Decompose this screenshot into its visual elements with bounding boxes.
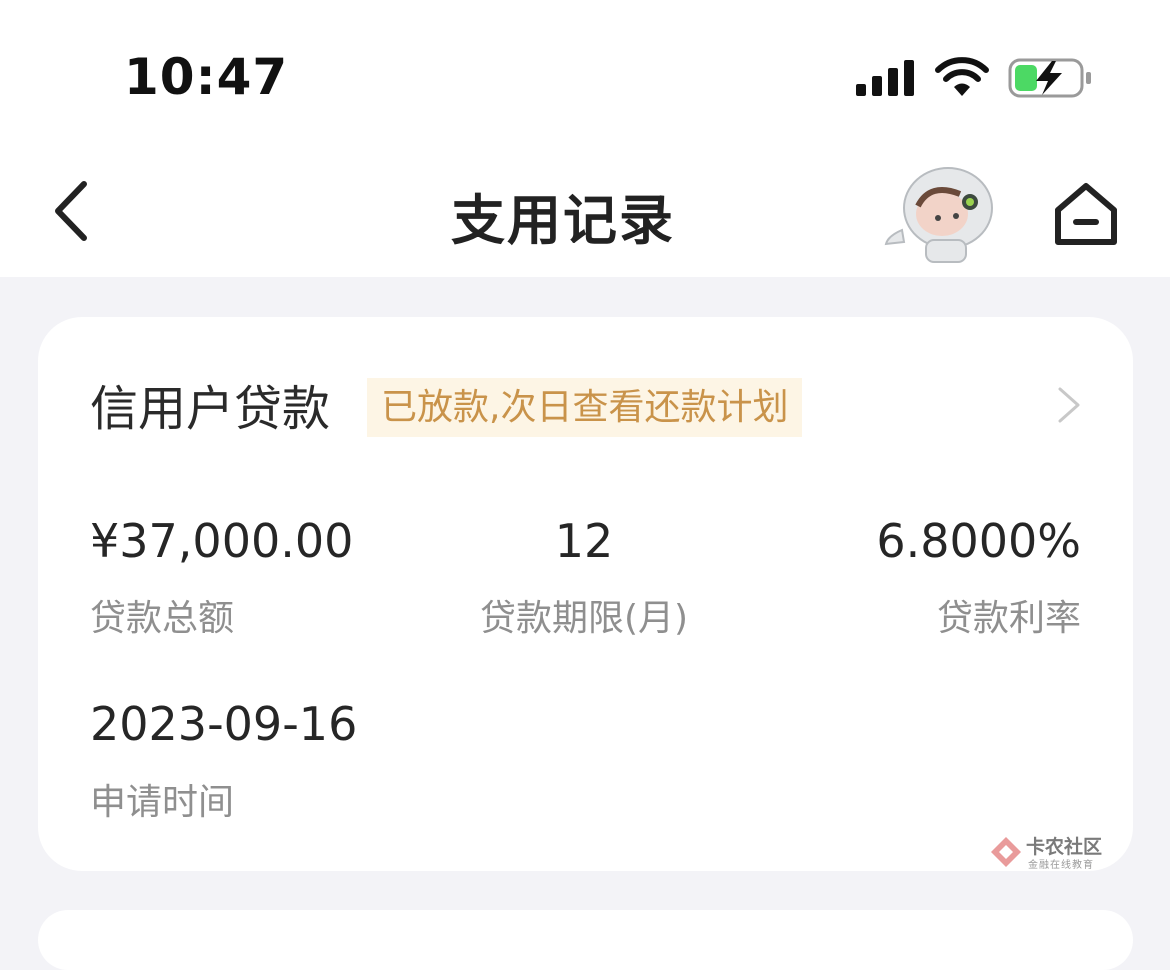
apply-date-label: 申请时间 <box>90 782 235 823</box>
apply-date-value: 2023-09-16 <box>90 697 358 751</box>
next-record-card[interactable] <box>38 910 1133 970</box>
loan-term-value: 12 <box>554 514 614 568</box>
status-time: 10:47 <box>124 48 289 106</box>
wifi-icon <box>935 57 989 96</box>
watermark: 卡农社区 金融在线教育 <box>988 830 1118 874</box>
top-bar: 10:47 支用记录 <box>0 0 1170 277</box>
status-badge: 已放款,次日查看还款计划 <box>367 378 803 437</box>
battery-icon <box>1008 58 1091 98</box>
loan-amount-label: 贷款总额 <box>90 598 235 639</box>
watermark-title: 卡农社区 <box>1026 836 1103 858</box>
chevron-right-icon[interactable] <box>1054 383 1084 427</box>
loan-term-label: 贷款期限(月) <box>479 598 689 639</box>
home-icon[interactable] <box>1050 178 1122 248</box>
signal-icon <box>856 60 914 96</box>
watermark-logo-icon <box>991 837 1021 867</box>
loan-name: 信用户贷款 <box>90 381 331 437</box>
loan-record-card[interactable]: 信用户贷款 已放款,次日查看还款计划 ¥37,000.00 贷款总额 12 贷款… <box>38 317 1133 871</box>
loan-rate-value: 6.8000% <box>876 514 1081 568</box>
astronaut-mascot[interactable] <box>882 160 1006 266</box>
loan-amount-value: ¥37,000.00 <box>90 514 354 568</box>
loan-rate-label: 贷款利率 <box>936 598 1081 639</box>
watermark-subtitle: 金融在线教育 <box>1028 860 1094 871</box>
